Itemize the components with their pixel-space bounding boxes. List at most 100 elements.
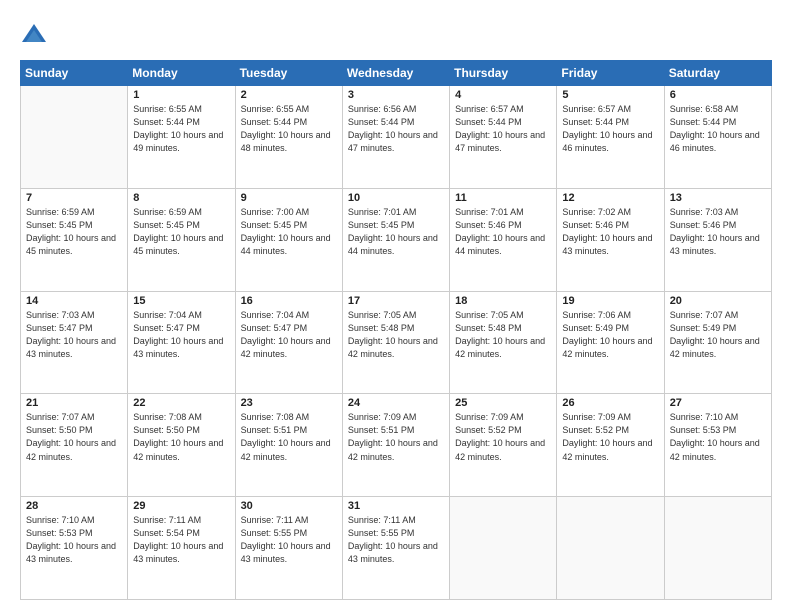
table-row: 1 Sunrise: 6:55 AMSunset: 5:44 PMDayligh… (128, 86, 235, 189)
day-number: 13 (670, 192, 766, 204)
table-row: 25 Sunrise: 7:09 AMSunset: 5:52 PMDaylig… (450, 394, 557, 497)
table-row: 19 Sunrise: 7:06 AMSunset: 5:49 PMDaylig… (557, 291, 664, 394)
day-info: Sunrise: 6:59 AMSunset: 5:45 PMDaylight:… (133, 206, 229, 258)
day-number: 18 (455, 295, 551, 307)
day-info: Sunrise: 6:57 AMSunset: 5:44 PMDaylight:… (455, 103, 551, 155)
day-info: Sunrise: 7:05 AMSunset: 5:48 PMDaylight:… (348, 309, 444, 361)
day-number: 14 (26, 295, 122, 307)
day-info: Sunrise: 7:06 AMSunset: 5:49 PMDaylight:… (562, 309, 658, 361)
day-info: Sunrise: 7:02 AMSunset: 5:46 PMDaylight:… (562, 206, 658, 258)
col-sunday: Sunday (21, 61, 128, 86)
day-info: Sunrise: 7:01 AMSunset: 5:45 PMDaylight:… (348, 206, 444, 258)
header (20, 18, 772, 50)
day-number: 27 (670, 397, 766, 409)
day-number: 31 (348, 500, 444, 512)
day-info: Sunrise: 7:11 AMSunset: 5:54 PMDaylight:… (133, 514, 229, 566)
day-number: 8 (133, 192, 229, 204)
table-row (557, 497, 664, 600)
day-info: Sunrise: 7:08 AMSunset: 5:51 PMDaylight:… (241, 411, 337, 463)
day-number: 10 (348, 192, 444, 204)
day-number: 24 (348, 397, 444, 409)
day-info: Sunrise: 7:10 AMSunset: 5:53 PMDaylight:… (26, 514, 122, 566)
day-info: Sunrise: 7:11 AMSunset: 5:55 PMDaylight:… (241, 514, 337, 566)
day-info: Sunrise: 7:08 AMSunset: 5:50 PMDaylight:… (133, 411, 229, 463)
day-number: 28 (26, 500, 122, 512)
day-info: Sunrise: 7:10 AMSunset: 5:53 PMDaylight:… (670, 411, 766, 463)
day-info: Sunrise: 6:57 AMSunset: 5:44 PMDaylight:… (562, 103, 658, 155)
day-number: 22 (133, 397, 229, 409)
table-row: 14 Sunrise: 7:03 AMSunset: 5:47 PMDaylig… (21, 291, 128, 394)
day-info: Sunrise: 7:09 AMSunset: 5:52 PMDaylight:… (562, 411, 658, 463)
day-info: Sunrise: 7:05 AMSunset: 5:48 PMDaylight:… (455, 309, 551, 361)
table-row: 9 Sunrise: 7:00 AMSunset: 5:45 PMDayligh… (235, 188, 342, 291)
day-info: Sunrise: 7:09 AMSunset: 5:51 PMDaylight:… (348, 411, 444, 463)
table-row: 22 Sunrise: 7:08 AMSunset: 5:50 PMDaylig… (128, 394, 235, 497)
day-info: Sunrise: 7:04 AMSunset: 5:47 PMDaylight:… (133, 309, 229, 361)
day-info: Sunrise: 6:59 AMSunset: 5:45 PMDaylight:… (26, 206, 122, 258)
day-info: Sunrise: 7:04 AMSunset: 5:47 PMDaylight:… (241, 309, 337, 361)
calendar-week-row: 1 Sunrise: 6:55 AMSunset: 5:44 PMDayligh… (21, 86, 772, 189)
day-number: 25 (455, 397, 551, 409)
col-saturday: Saturday (664, 61, 771, 86)
table-row: 17 Sunrise: 7:05 AMSunset: 5:48 PMDaylig… (342, 291, 449, 394)
day-number: 6 (670, 89, 766, 101)
table-row: 8 Sunrise: 6:59 AMSunset: 5:45 PMDayligh… (128, 188, 235, 291)
col-friday: Friday (557, 61, 664, 86)
day-number: 30 (241, 500, 337, 512)
day-number: 7 (26, 192, 122, 204)
day-number: 20 (670, 295, 766, 307)
day-number: 26 (562, 397, 658, 409)
table-row: 27 Sunrise: 7:10 AMSunset: 5:53 PMDaylig… (664, 394, 771, 497)
day-number: 4 (455, 89, 551, 101)
table-row: 29 Sunrise: 7:11 AMSunset: 5:54 PMDaylig… (128, 497, 235, 600)
day-number: 2 (241, 89, 337, 101)
calendar-week-row: 7 Sunrise: 6:59 AMSunset: 5:45 PMDayligh… (21, 188, 772, 291)
table-row (664, 497, 771, 600)
calendar-week-row: 28 Sunrise: 7:10 AMSunset: 5:53 PMDaylig… (21, 497, 772, 600)
day-number: 12 (562, 192, 658, 204)
table-row: 3 Sunrise: 6:56 AMSunset: 5:44 PMDayligh… (342, 86, 449, 189)
table-row: 23 Sunrise: 7:08 AMSunset: 5:51 PMDaylig… (235, 394, 342, 497)
day-number: 3 (348, 89, 444, 101)
day-number: 9 (241, 192, 337, 204)
table-row (21, 86, 128, 189)
table-row: 2 Sunrise: 6:55 AMSunset: 5:44 PMDayligh… (235, 86, 342, 189)
day-info: Sunrise: 6:55 AMSunset: 5:44 PMDaylight:… (133, 103, 229, 155)
table-row: 20 Sunrise: 7:07 AMSunset: 5:49 PMDaylig… (664, 291, 771, 394)
col-monday: Monday (128, 61, 235, 86)
table-row (450, 497, 557, 600)
table-row: 16 Sunrise: 7:04 AMSunset: 5:47 PMDaylig… (235, 291, 342, 394)
day-number: 17 (348, 295, 444, 307)
day-number: 1 (133, 89, 229, 101)
page: Sunday Monday Tuesday Wednesday Thursday… (0, 0, 792, 612)
day-info: Sunrise: 6:58 AMSunset: 5:44 PMDaylight:… (670, 103, 766, 155)
calendar-week-row: 21 Sunrise: 7:07 AMSunset: 5:50 PMDaylig… (21, 394, 772, 497)
table-row: 4 Sunrise: 6:57 AMSunset: 5:44 PMDayligh… (450, 86, 557, 189)
day-info: Sunrise: 7:07 AMSunset: 5:49 PMDaylight:… (670, 309, 766, 361)
table-row: 28 Sunrise: 7:10 AMSunset: 5:53 PMDaylig… (21, 497, 128, 600)
day-info: Sunrise: 6:56 AMSunset: 5:44 PMDaylight:… (348, 103, 444, 155)
table-row: 21 Sunrise: 7:07 AMSunset: 5:50 PMDaylig… (21, 394, 128, 497)
table-row: 5 Sunrise: 6:57 AMSunset: 5:44 PMDayligh… (557, 86, 664, 189)
table-row: 18 Sunrise: 7:05 AMSunset: 5:48 PMDaylig… (450, 291, 557, 394)
calendar-table: Sunday Monday Tuesday Wednesday Thursday… (20, 60, 772, 600)
table-row: 11 Sunrise: 7:01 AMSunset: 5:46 PMDaylig… (450, 188, 557, 291)
day-info: Sunrise: 7:01 AMSunset: 5:46 PMDaylight:… (455, 206, 551, 258)
day-number: 23 (241, 397, 337, 409)
calendar-week-row: 14 Sunrise: 7:03 AMSunset: 5:47 PMDaylig… (21, 291, 772, 394)
col-tuesday: Tuesday (235, 61, 342, 86)
day-number: 15 (133, 295, 229, 307)
day-number: 29 (133, 500, 229, 512)
logo (20, 22, 50, 50)
day-number: 5 (562, 89, 658, 101)
table-row: 13 Sunrise: 7:03 AMSunset: 5:46 PMDaylig… (664, 188, 771, 291)
col-wednesday: Wednesday (342, 61, 449, 86)
table-row: 15 Sunrise: 7:04 AMSunset: 5:47 PMDaylig… (128, 291, 235, 394)
day-number: 11 (455, 192, 551, 204)
day-info: Sunrise: 7:03 AMSunset: 5:47 PMDaylight:… (26, 309, 122, 361)
day-info: Sunrise: 7:03 AMSunset: 5:46 PMDaylight:… (670, 206, 766, 258)
table-row: 6 Sunrise: 6:58 AMSunset: 5:44 PMDayligh… (664, 86, 771, 189)
col-thursday: Thursday (450, 61, 557, 86)
calendar-header-row: Sunday Monday Tuesday Wednesday Thursday… (21, 61, 772, 86)
table-row: 10 Sunrise: 7:01 AMSunset: 5:45 PMDaylig… (342, 188, 449, 291)
